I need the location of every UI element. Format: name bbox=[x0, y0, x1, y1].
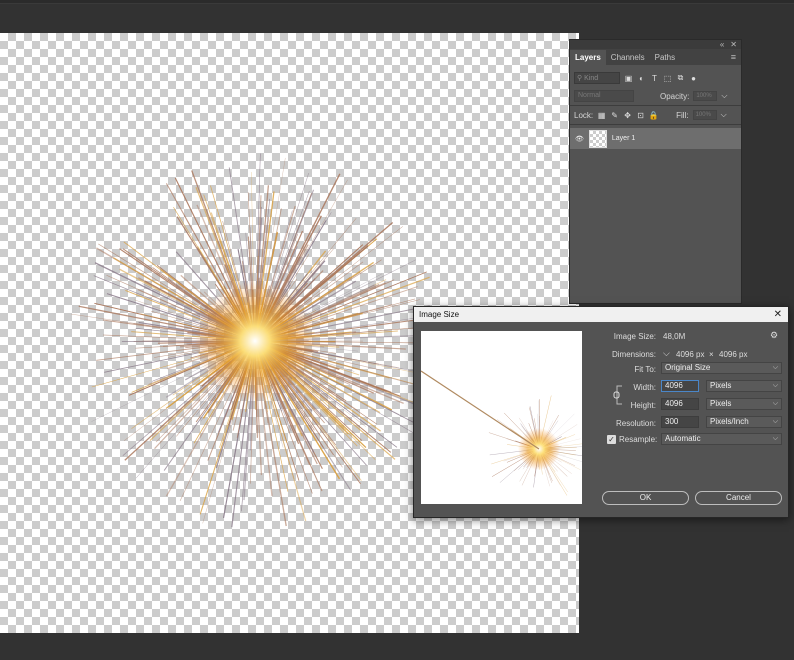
height-input[interactable]: 4096 bbox=[661, 398, 699, 410]
dimensions-height: 4096 px bbox=[719, 350, 748, 359]
opacity-dropdown-icon[interactable]: ⌵ bbox=[721, 91, 727, 101]
preview-image bbox=[421, 370, 582, 496]
smart-object-filter-icon[interactable]: ⧉ bbox=[676, 73, 685, 83]
resample-value: Automatic bbox=[665, 434, 701, 443]
image-size-label: Image Size: bbox=[613, 332, 656, 341]
layer-item[interactable]: 👁 Layer 1 bbox=[570, 128, 741, 149]
chevron-down-icon: ⌵ bbox=[772, 364, 778, 371]
filter-row: ⚲ Kind ▣ ◐ T ⬚ ⧉ ● bbox=[570, 69, 741, 87]
panel-menu-icon[interactable]: ≡ bbox=[731, 52, 736, 62]
dialog-titlebar: Image Size ✕ bbox=[414, 307, 788, 322]
search-icon: ⚲ bbox=[577, 75, 583, 82]
lock-position-icon[interactable]: ✥ bbox=[623, 111, 632, 120]
spark-trail bbox=[421, 370, 540, 450]
resample-checkbox[interactable]: ✓ bbox=[607, 435, 616, 444]
spark-glow bbox=[195, 281, 315, 401]
pixel-filter-icon[interactable]: ▣ bbox=[624, 74, 633, 83]
divider bbox=[570, 124, 741, 125]
width-unit-select[interactable]: Pixels ⌵ bbox=[706, 380, 782, 392]
width-label: Width: bbox=[633, 383, 656, 392]
gear-icon[interactable]: ⚙ bbox=[770, 330, 778, 341]
fit-to-label: Fit To: bbox=[634, 365, 656, 374]
opacity-field[interactable]: 100% bbox=[693, 91, 718, 101]
resample-label: Resample: bbox=[619, 435, 658, 444]
opacity-label: Opacity: bbox=[660, 91, 690, 101]
lock-row: Lock: ▦ ✎ ✥ ⊡ 🔒 Fill: 100% ⌵ bbox=[570, 106, 741, 124]
dimensions-label: Dimensions: bbox=[611, 350, 656, 359]
fit-to-value: Original Size bbox=[665, 363, 711, 372]
ok-button[interactable]: OK bbox=[602, 491, 689, 505]
adjustment-filter-icon[interactable]: ◐ bbox=[637, 74, 646, 83]
lock-artboard-icon[interactable]: ⊡ bbox=[636, 111, 645, 120]
filter-toggle-icon[interactable]: ● bbox=[689, 74, 698, 83]
cancel-button[interactable]: Cancel bbox=[695, 491, 782, 505]
chevron-down-icon: ⌵ bbox=[772, 418, 778, 425]
dialog-title: Image Size bbox=[419, 310, 460, 319]
resolution-unit-value: Pixels/Inch bbox=[710, 417, 749, 426]
image-preview[interactable] bbox=[421, 331, 582, 504]
height-unit-value: Pixels bbox=[710, 399, 732, 408]
height-unit-select[interactable]: Pixels ⌵ bbox=[706, 398, 782, 410]
fill-field[interactable]: 100% bbox=[692, 110, 717, 120]
shape-filter-icon[interactable]: ⬚ bbox=[663, 74, 672, 83]
lock-all-icon[interactable]: 🔒 bbox=[649, 111, 659, 120]
kind-filter-label: Kind bbox=[584, 74, 599, 82]
tab-paths[interactable]: Paths bbox=[650, 50, 680, 65]
chevron-down-icon: ⌵ bbox=[772, 382, 778, 389]
layers-panel: « ✕ Layers Channels Paths ≡ ⚲ Kind ▣ ◐ T… bbox=[569, 39, 742, 304]
fit-to-select[interactable]: Original Size ⌵ bbox=[661, 362, 782, 374]
resample-select[interactable]: Automatic ⌵ bbox=[661, 433, 782, 445]
blend-row: Normal Opacity: 100% ⌵ bbox=[570, 87, 741, 105]
width-input[interactable]: 4096 bbox=[661, 380, 699, 392]
close-icon[interactable]: ✕ bbox=[774, 307, 782, 322]
chevron-down-icon: ⌵ bbox=[772, 435, 778, 442]
resolution-unit-select[interactable]: Pixels/Inch ⌵ bbox=[706, 416, 782, 428]
image-size-value: 48,0M bbox=[663, 332, 686, 341]
lock-label: Lock: bbox=[574, 110, 594, 120]
panel-tabs: Layers Channels Paths ≡ bbox=[570, 49, 741, 65]
visibility-eye-icon[interactable]: 👁 bbox=[575, 135, 584, 143]
panel-strip: « ✕ bbox=[570, 40, 741, 49]
blend-mode-select[interactable]: Normal bbox=[574, 90, 634, 102]
chevron-down-icon: ⌵ bbox=[772, 400, 778, 407]
lock-image-icon[interactable]: ✎ bbox=[610, 111, 619, 120]
tab-layers[interactable]: Layers bbox=[570, 50, 606, 65]
resolution-input[interactable]: 300 bbox=[661, 416, 699, 428]
height-label: Height: bbox=[630, 401, 656, 410]
dimensions-separator: × bbox=[709, 350, 714, 359]
image-size-dialog: Image Size ✕ Image Size: 48,0M ⚙ Dimensi… bbox=[413, 306, 789, 518]
lock-transparent-icon[interactable]: ▦ bbox=[597, 111, 606, 120]
close-icon[interactable]: ✕ bbox=[730, 40, 737, 49]
type-filter-icon[interactable]: T bbox=[650, 74, 659, 83]
dimensions-width: 4096 px bbox=[676, 350, 705, 359]
tab-channels[interactable]: Channels bbox=[606, 50, 650, 65]
layer-thumbnail bbox=[588, 129, 607, 148]
application-top-bar bbox=[0, 0, 794, 4]
layer-name[interactable]: Layer 1 bbox=[612, 135, 635, 142]
chevron-down-icon[interactable]: ⌵ bbox=[663, 348, 670, 359]
fill-label: Fill: bbox=[676, 110, 689, 120]
width-unit-value: Pixels bbox=[710, 381, 732, 390]
fill-dropdown-icon[interactable]: ⌵ bbox=[721, 110, 727, 120]
collapse-icon[interactable]: « bbox=[720, 40, 724, 49]
resolution-label: Resolution: bbox=[615, 419, 656, 428]
kind-filter[interactable]: ⚲ Kind bbox=[574, 72, 620, 84]
